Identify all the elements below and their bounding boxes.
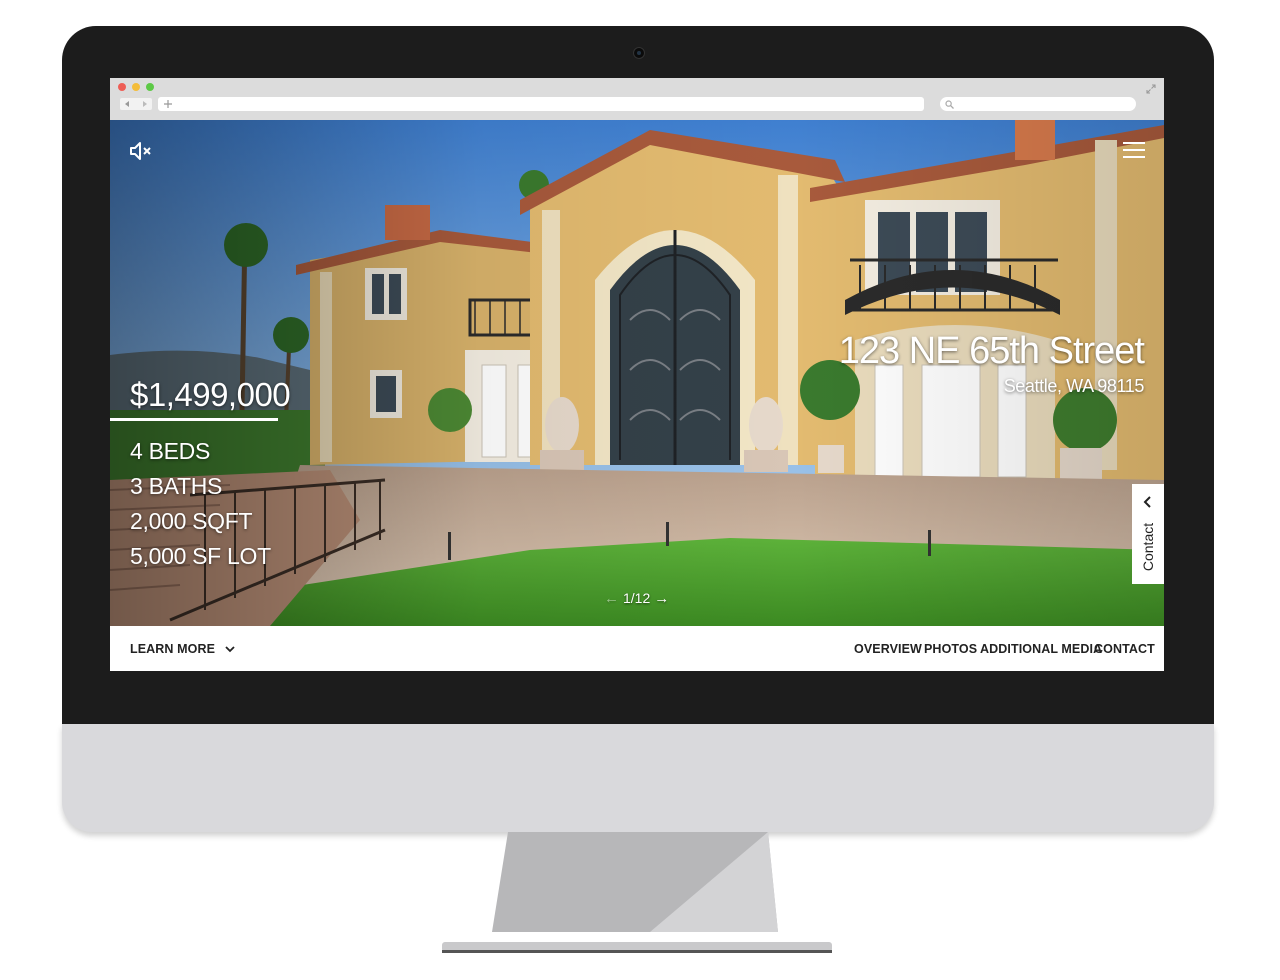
- listing-address: 123 NE 65th Street: [838, 330, 1145, 372]
- learn-more-dropdown[interactable]: LEARN MORE: [130, 642, 235, 656]
- price-underline: [110, 418, 278, 421]
- hamburger-menu-icon: [1123, 142, 1145, 158]
- speaker-muted-icon: [130, 142, 151, 160]
- learn-more-label: LEARN MORE: [130, 642, 216, 656]
- window-close-dot[interactable]: [118, 83, 126, 91]
- search-icon: [945, 100, 954, 109]
- listing-lot-size: 5,000 SF LOT: [130, 543, 271, 569]
- nav-link-additional-media[interactable]: ADDITIONAL MEDIA: [980, 642, 1102, 656]
- contact-side-tab[interactable]: Contact: [1132, 484, 1164, 584]
- fullscreen-icon[interactable]: [1146, 84, 1156, 94]
- nav-link-photos[interactable]: PHOTOS: [924, 642, 977, 656]
- bottom-nav-bar: LEARN MORE OVERVIEW PHOTOS ADDITIONAL ME…: [110, 626, 1164, 671]
- webcam: [633, 47, 645, 59]
- window-maximize-dot[interactable]: [146, 83, 154, 91]
- nav-link-overview[interactable]: OVERVIEW: [854, 642, 922, 656]
- slide-counter: ← 1/12 →: [604, 588, 669, 608]
- listing-beds: 4 BEDS: [130, 438, 211, 464]
- hamburger-menu-button[interactable]: [1122, 140, 1146, 160]
- listing-sqft: 2,000 SQFT: [130, 508, 253, 534]
- monitor-stand: [442, 832, 832, 953]
- contact-tab-label: Contact: [1140, 522, 1156, 572]
- window-minimize-dot[interactable]: [132, 83, 140, 91]
- listing-price: $1,499,000: [130, 376, 291, 413]
- monitor-chin: [62, 724, 1214, 832]
- browser-search-box[interactable]: [940, 97, 1136, 111]
- browser-back-forward-icon[interactable]: [120, 98, 152, 110]
- listing-city: Seattle, WA 98115: [1003, 376, 1145, 396]
- hero-slideshow: $1,499,000 4 BEDS 3 BATHS 2,000 SQFT 5,0…: [110, 120, 1164, 626]
- browser-chrome: [110, 78, 1164, 121]
- nav-link-contact[interactable]: CONTACT: [1094, 642, 1155, 656]
- listing-baths: 3 BATHS: [130, 473, 223, 499]
- arrow-left-icon[interactable]: ←: [604, 591, 619, 606]
- chevron-down-icon: [224, 646, 235, 653]
- chevron-left-icon: [1143, 496, 1151, 508]
- arrow-right-icon[interactable]: →: [654, 591, 669, 606]
- mute-button[interactable]: [128, 140, 156, 162]
- url-bar[interactable]: [158, 97, 924, 111]
- new-tab-plus-icon[interactable]: [164, 100, 172, 108]
- slide-counter-text: 1/12: [623, 590, 651, 606]
